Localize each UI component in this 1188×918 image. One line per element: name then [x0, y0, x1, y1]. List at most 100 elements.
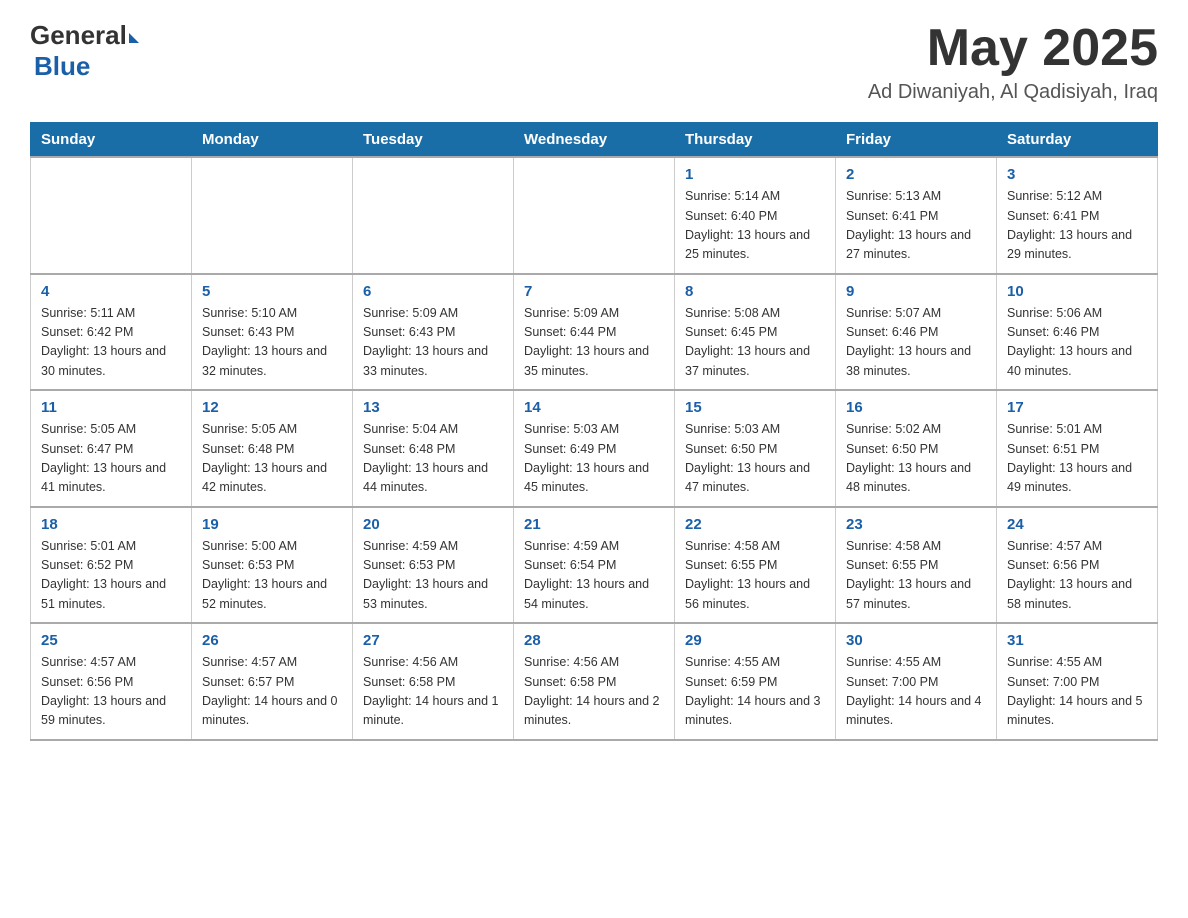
calendar-cell: 13 Sunrise: 5:04 AM Sunset: 6:48 PM Dayli… [353, 390, 514, 507]
day-info: Sunrise: 5:06 AM Sunset: 6:46 PM Dayligh… [1007, 304, 1147, 382]
day-info: Sunrise: 5:08 AM Sunset: 6:45 PM Dayligh… [685, 304, 825, 382]
day-info: Sunrise: 4:55 AM Sunset: 6:59 PM Dayligh… [685, 653, 825, 731]
day-info: Sunrise: 4:59 AM Sunset: 6:54 PM Dayligh… [524, 537, 664, 615]
day-number: 22 [685, 516, 825, 533]
day-number: 13 [363, 399, 503, 416]
day-number: 12 [202, 399, 342, 416]
page-header: General Blue May 2025 Ad Diwaniyah, Al Q… [30, 20, 1158, 104]
day-info: Sunrise: 5:00 AM Sunset: 6:53 PM Dayligh… [202, 537, 342, 615]
logo-arrow-icon [129, 33, 139, 43]
day-info: Sunrise: 5:01 AM Sunset: 6:51 PM Dayligh… [1007, 420, 1147, 498]
day-number: 25 [41, 632, 181, 649]
day-number: 20 [363, 516, 503, 533]
day-info: Sunrise: 5:01 AM Sunset: 6:52 PM Dayligh… [41, 537, 181, 615]
day-info: Sunrise: 4:55 AM Sunset: 7:00 PM Dayligh… [1007, 653, 1147, 731]
day-number: 1 [685, 166, 825, 183]
calendar-table: SundayMondayTuesdayWednesdayThursdayFrid… [30, 122, 1158, 741]
calendar-cell: 18 Sunrise: 5:01 AM Sunset: 6:52 PM Dayli… [31, 507, 192, 624]
calendar-cell [31, 157, 192, 274]
day-info: Sunrise: 4:56 AM Sunset: 6:58 PM Dayligh… [524, 653, 664, 731]
month-title: May 2025 [868, 20, 1158, 77]
calendar-cell: 21Sunrise: 4:59 AM Sunset: 6:54 PM Dayli… [514, 507, 675, 624]
day-number: 30 [846, 632, 986, 649]
calendar-week-1: 1 Sunrise: 5:14 AM Sunset: 6:40 PM Daylig… [31, 157, 1158, 274]
calendar-cell: 8 Sunrise: 5:08 AM Sunset: 6:45 PM Daylig… [675, 274, 836, 391]
calendar-cell: 25 Sunrise: 4:57 AM Sunset: 6:56 PM Dayli… [31, 623, 192, 740]
day-info: Sunrise: 4:57 AM Sunset: 6:56 PM Dayligh… [41, 653, 181, 731]
day-number: 26 [202, 632, 342, 649]
calendar-cell: 1 Sunrise: 5:14 AM Sunset: 6:40 PM Daylig… [675, 157, 836, 274]
day-number: 6 [363, 283, 503, 300]
calendar-cell: 5 Sunrise: 5:10 AM Sunset: 6:43 PM Daylig… [192, 274, 353, 391]
day-number: 18 [41, 516, 181, 533]
day-info: Sunrise: 5:02 AM Sunset: 6:50 PM Dayligh… [846, 420, 986, 498]
calendar-cell: 26 Sunrise: 4:57 AM Sunset: 6:57 PM Dayli… [192, 623, 353, 740]
calendar-cell: 29 Sunrise: 4:55 AM Sunset: 6:59 PM Dayli… [675, 623, 836, 740]
day-number: 7 [524, 283, 664, 300]
day-info: Sunrise: 5:03 AM Sunset: 6:50 PM Dayligh… [685, 420, 825, 498]
day-number: 31 [1007, 632, 1147, 649]
logo-blue-text: Blue [34, 51, 90, 81]
calendar-week-4: 18 Sunrise: 5:01 AM Sunset: 6:52 PM Dayli… [31, 507, 1158, 624]
day-number: 10 [1007, 283, 1147, 300]
calendar-cell: 6 Sunrise: 5:09 AM Sunset: 6:43 PM Daylig… [353, 274, 514, 391]
day-info: Sunrise: 5:07 AM Sunset: 6:46 PM Dayligh… [846, 304, 986, 382]
day-number: 17 [1007, 399, 1147, 416]
calendar-cell [192, 157, 353, 274]
day-info: Sunrise: 4:57 AM Sunset: 6:56 PM Dayligh… [1007, 537, 1147, 615]
calendar-cell [514, 157, 675, 274]
calendar-cell: 12 Sunrise: 5:05 AM Sunset: 6:48 PM Dayli… [192, 390, 353, 507]
calendar-cell: 7 Sunrise: 5:09 AM Sunset: 6:44 PM Daylig… [514, 274, 675, 391]
day-info: Sunrise: 5:10 AM Sunset: 6:43 PM Dayligh… [202, 304, 342, 382]
calendar-cell: 31 Sunrise: 4:55 AM Sunset: 7:00 PM Dayli… [997, 623, 1158, 740]
day-info: Sunrise: 5:14 AM Sunset: 6:40 PM Dayligh… [685, 187, 825, 265]
calendar-week-5: 25 Sunrise: 4:57 AM Sunset: 6:56 PM Dayli… [31, 623, 1158, 740]
day-info: Sunrise: 5:09 AM Sunset: 6:44 PM Dayligh… [524, 304, 664, 382]
title-block: May 2025 Ad Diwaniyah, Al Qadisiyah, Ira… [868, 20, 1158, 104]
day-number: 29 [685, 632, 825, 649]
day-info: Sunrise: 5:12 AM Sunset: 6:41 PM Dayligh… [1007, 187, 1147, 265]
calendar-cell: 4 Sunrise: 5:11 AM Sunset: 6:42 PM Daylig… [31, 274, 192, 391]
day-number: 28 [524, 632, 664, 649]
calendar-week-3: 11Sunrise: 5:05 AM Sunset: 6:47 PM Dayli… [31, 390, 1158, 507]
calendar-cell: 24 Sunrise: 4:57 AM Sunset: 6:56 PM Dayli… [997, 507, 1158, 624]
calendar-cell: 10 Sunrise: 5:06 AM Sunset: 6:46 PM Dayli… [997, 274, 1158, 391]
location-text: Ad Diwaniyah, Al Qadisiyah, Iraq [868, 81, 1158, 104]
day-number: 4 [41, 283, 181, 300]
calendar-header-sunday: Sunday [31, 123, 192, 158]
logo: General Blue [30, 20, 139, 82]
day-number: 8 [685, 283, 825, 300]
day-info: Sunrise: 5:05 AM Sunset: 6:48 PM Dayligh… [202, 420, 342, 498]
calendar-cell: 30 Sunrise: 4:55 AM Sunset: 7:00 PM Dayli… [836, 623, 997, 740]
day-number: 16 [846, 399, 986, 416]
calendar-cell: 15 Sunrise: 5:03 AM Sunset: 6:50 PM Dayli… [675, 390, 836, 507]
day-number: 24 [1007, 516, 1147, 533]
day-number: 15 [685, 399, 825, 416]
calendar-cell: 14 Sunrise: 5:03 AM Sunset: 6:49 PM Dayli… [514, 390, 675, 507]
calendar-cell: 9Sunrise: 5:07 AM Sunset: 6:46 PM Daylig… [836, 274, 997, 391]
calendar-week-2: 4 Sunrise: 5:11 AM Sunset: 6:42 PM Daylig… [31, 274, 1158, 391]
calendar-header-monday: Monday [192, 123, 353, 158]
calendar-header-thursday: Thursday [675, 123, 836, 158]
calendar-header-row: SundayMondayTuesdayWednesdayThursdayFrid… [31, 123, 1158, 158]
calendar-cell: 16 Sunrise: 5:02 AM Sunset: 6:50 PM Dayli… [836, 390, 997, 507]
day-number: 27 [363, 632, 503, 649]
day-info: Sunrise: 4:55 AM Sunset: 7:00 PM Dayligh… [846, 653, 986, 731]
day-number: 2 [846, 166, 986, 183]
calendar-cell: 27Sunrise: 4:56 AM Sunset: 6:58 PM Dayli… [353, 623, 514, 740]
calendar-header-saturday: Saturday [997, 123, 1158, 158]
day-info: Sunrise: 4:57 AM Sunset: 6:57 PM Dayligh… [202, 653, 342, 731]
day-info: Sunrise: 5:11 AM Sunset: 6:42 PM Dayligh… [41, 304, 181, 382]
day-info: Sunrise: 5:09 AM Sunset: 6:43 PM Dayligh… [363, 304, 503, 382]
day-info: Sunrise: 5:04 AM Sunset: 6:48 PM Dayligh… [363, 420, 503, 498]
calendar-cell: 11Sunrise: 5:05 AM Sunset: 6:47 PM Dayli… [31, 390, 192, 507]
day-info: Sunrise: 5:03 AM Sunset: 6:49 PM Dayligh… [524, 420, 664, 498]
day-number: 14 [524, 399, 664, 416]
calendar-header-friday: Friday [836, 123, 997, 158]
calendar-cell: 22Sunrise: 4:58 AM Sunset: 6:55 PM Dayli… [675, 507, 836, 624]
day-number: 23 [846, 516, 986, 533]
day-number: 5 [202, 283, 342, 300]
calendar-cell: 2Sunrise: 5:13 AM Sunset: 6:41 PM Daylig… [836, 157, 997, 274]
calendar-cell: 20Sunrise: 4:59 AM Sunset: 6:53 PM Dayli… [353, 507, 514, 624]
day-info: Sunrise: 5:05 AM Sunset: 6:47 PM Dayligh… [41, 420, 181, 498]
